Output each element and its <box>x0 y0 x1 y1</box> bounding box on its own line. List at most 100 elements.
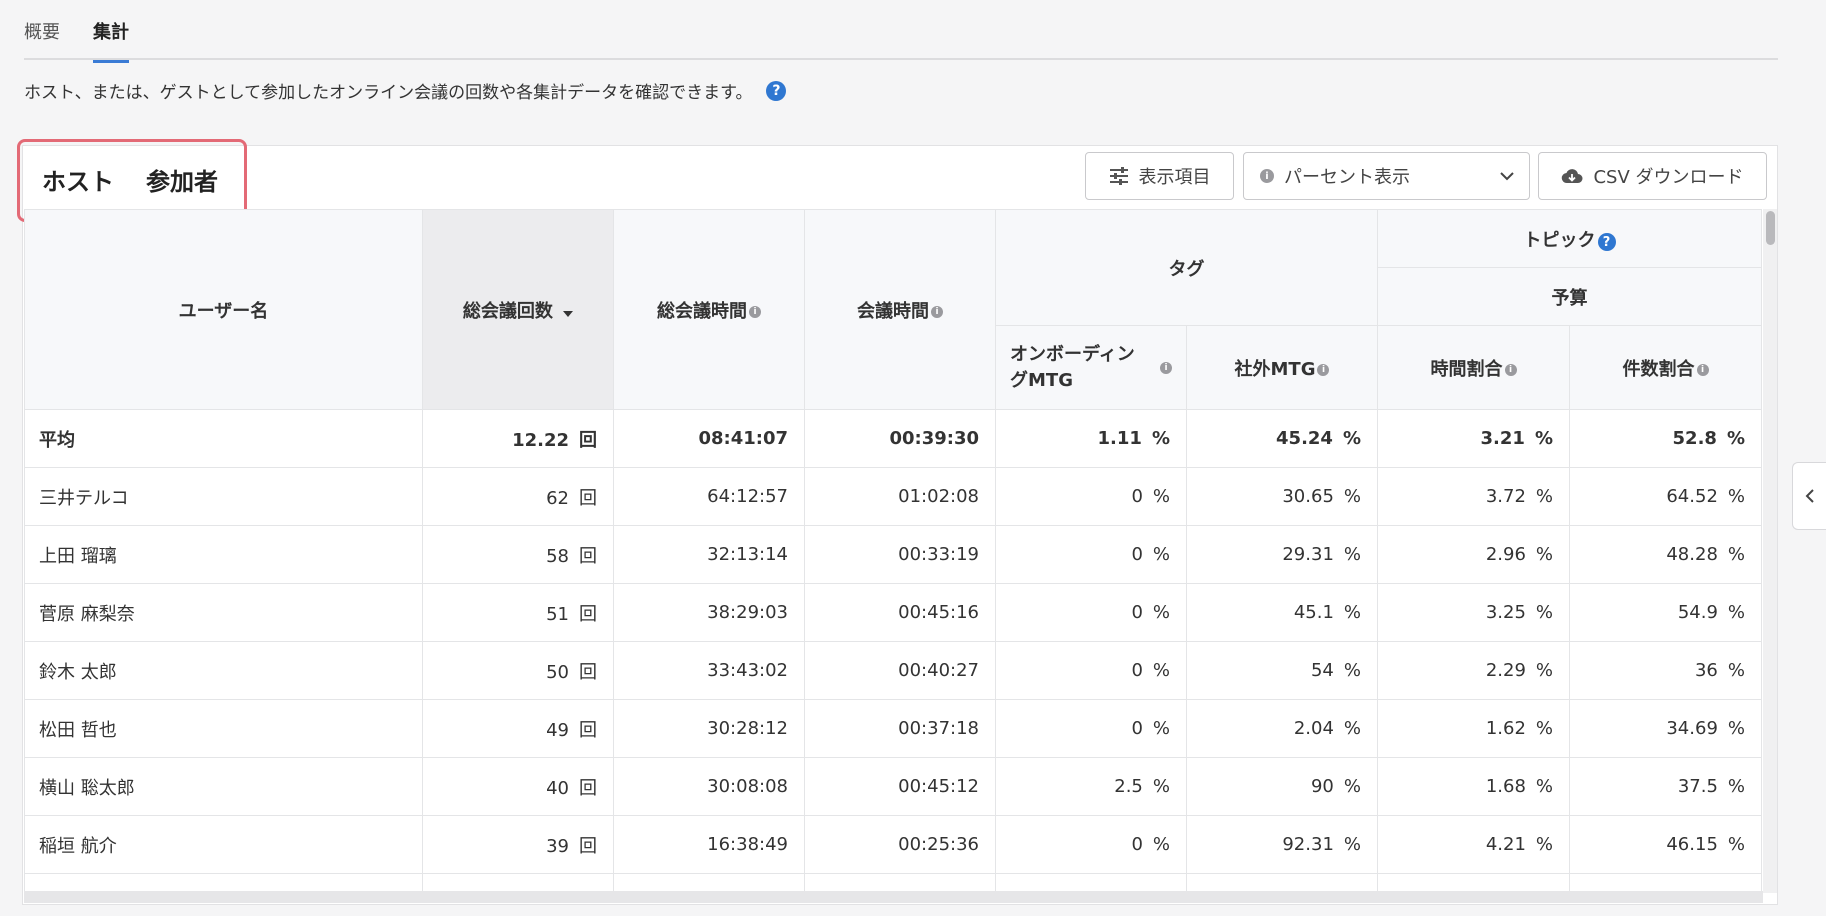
cell-count-ratio: 34.69% <box>1569 699 1762 758</box>
header-count-ratio[interactable]: 件数割合 i <box>1569 325 1762 410</box>
cell-meeting-time: 00:45:16 <box>804 583 996 642</box>
header-tag-group: タグ <box>995 209 1378 326</box>
table-row[interactable]: 松田 哲也 49 回 30:28:12 00:37:18 0% 2.04% 1.62% 34.6… <box>24 699 1762 758</box>
header-external[interactable]: 社外MTG i <box>1186 325 1378 410</box>
cell-count-ratio: 52.8% <box>1569 409 1762 468</box>
cell-meeting-time: 00:39:30 <box>804 409 996 468</box>
table-row[interactable]: 稲垣 航介 39 回 16:38:49 00:25:36 0% 92.31% 4.21% 46.… <box>24 815 1762 874</box>
cell-name[interactable]: 横山 聡太郎 <box>24 757 423 816</box>
cell-time-ratio: 3.21% <box>1377 409 1570 468</box>
header-budget-group: 予算 <box>1377 267 1762 326</box>
cell-external: 92.31% <box>1186 815 1378 874</box>
scrollbar-thumb[interactable] <box>1766 211 1775 245</box>
cell-external: 2.04% <box>1186 699 1378 758</box>
cell-count-ratio: 64.52% <box>1569 467 1762 526</box>
info-icon: i <box>1260 169 1274 183</box>
cell-name[interactable]: 菅原 麻梨奈 <box>24 583 423 642</box>
info-icon: i <box>1696 363 1709 376</box>
info-icon: i <box>1504 363 1517 376</box>
cell-time-ratio: 2.96% <box>1377 525 1570 584</box>
cell-count: 12.22 回 <box>422 409 614 468</box>
help-icon[interactable]: ? <box>766 80 787 101</box>
table-row[interactable]: 鈴木 太郎 50 回 33:43:02 00:40:27 0% 54% 2.29% 36% <box>24 641 1762 700</box>
table-row[interactable]: 横山 聡太郎 40 回 30:08:08 00:45:12 2.5% 90% 1.68% 37.… <box>24 757 1762 816</box>
tab-participants[interactable]: 参加者 <box>146 162 218 213</box>
cell-time-ratio: 3.72% <box>1377 467 1570 526</box>
horizontal-scrollbar[interactable] <box>24 891 1763 903</box>
header-topic-group: トピック? <box>1377 209 1762 268</box>
cell-time-ratio: 1.62% <box>1377 699 1570 758</box>
cell-time-ratio: 1.68% <box>1377 757 1570 816</box>
cell-count: 51 回 <box>422 583 614 642</box>
cell-total-time: 38:29:03 <box>613 583 805 642</box>
cell-external: 45.24% <box>1186 409 1378 468</box>
cell-onboarding: 0% <box>995 583 1187 642</box>
percent-select-value: パーセント表示 <box>1284 167 1410 188</box>
cell-name[interactable]: 上田 瑠璃 <box>24 525 423 584</box>
cell-total-time: 30:08:08 <box>613 757 805 816</box>
header-time-ratio[interactable]: 時間割合 i <box>1377 325 1570 410</box>
cell-external: 30.65% <box>1186 467 1378 526</box>
sliders-icon <box>1109 167 1128 185</box>
cell-count-ratio: 37.5% <box>1569 757 1762 816</box>
percent-select[interactable]: i パーセント表示 <box>1243 152 1530 200</box>
cell-meeting-time: 01:02:08 <box>804 467 996 526</box>
info-icon: i <box>931 305 943 318</box>
header-meeting-time[interactable]: 会議時間 i <box>804 209 996 410</box>
cell-meeting-time: 00:25:36 <box>804 815 996 874</box>
tab-host[interactable]: ホスト <box>42 162 114 216</box>
header-user[interactable]: ユーザー名 <box>24 209 423 410</box>
cell-total-time: 30:28:12 <box>613 699 805 758</box>
side-panel-toggle[interactable] <box>1792 462 1826 530</box>
cell-name[interactable]: 鈴木 太郎 <box>24 641 423 700</box>
info-icon: i <box>1160 361 1172 374</box>
cell-external: 29.31% <box>1186 525 1378 584</box>
description-row: ホスト、または、ゲストとして参加したオンライン会議の回数や各集計データを確認でき… <box>24 78 787 103</box>
tab-overview[interactable]: 概要 <box>24 18 60 60</box>
cell-time-ratio: 4.21% <box>1377 815 1570 874</box>
cell-time-ratio: 2.29% <box>1377 641 1570 700</box>
vertical-scrollbar[interactable] <box>1763 209 1777 893</box>
summary-table: ユーザー名 総会議回数 総会議時間 i 会議時間 i タグ トピック? 予算 オンボ… <box>24 209 1762 894</box>
cell-onboarding: 0% <box>995 641 1187 700</box>
cell-onboarding: 0% <box>995 525 1187 584</box>
table-row[interactable]: 菅原 麻梨奈 51 回 38:29:03 00:45:16 0% 45.1% 3.25% 54.… <box>24 583 1762 642</box>
sort-desc-icon <box>563 310 574 317</box>
cell-count: 50 回 <box>422 641 614 700</box>
cell-meeting-time: 00:33:19 <box>804 525 996 584</box>
cell-count: 62 回 <box>422 467 614 526</box>
cell-external: 90% <box>1186 757 1378 816</box>
cell-external: 54% <box>1186 641 1378 700</box>
cell-onboarding: 0% <box>995 699 1187 758</box>
table-row[interactable]: 上田 瑠璃 58 回 32:13:14 00:33:19 0% 29.31% 2.96% 48.… <box>24 525 1762 584</box>
cell-name: 平均 <box>24 409 423 468</box>
tab-summary[interactable]: 集計 <box>93 18 129 63</box>
info-icon: i <box>749 305 761 318</box>
cell-name[interactable]: 松田 哲也 <box>24 699 423 758</box>
header-total-time[interactable]: 総会議時間 i <box>613 209 805 410</box>
cell-total-time: 33:43:02 <box>613 641 805 700</box>
header-total-count[interactable]: 総会議回数 <box>422 209 614 410</box>
csv-button-label: CSV ダウンロード <box>1593 167 1744 188</box>
header-onboarding[interactable]: オンボーディングMTG i <box>995 325 1187 410</box>
cell-total-time: 16:38:49 <box>613 815 805 874</box>
cell-meeting-time: 00:37:18 <box>804 699 996 758</box>
cell-count-ratio: 54.9% <box>1569 583 1762 642</box>
cell-total-time: 32:13:14 <box>613 525 805 584</box>
cell-total-time: 08:41:07 <box>613 409 805 468</box>
cell-onboarding: 1.11% <box>995 409 1187 468</box>
help-icon[interactable]: ? <box>1597 233 1616 251</box>
average-row: 平均 12.22 回 08:41:07 00:39:30 1.11% 45.24%… <box>24 409 1762 468</box>
cell-meeting-time: 00:40:27 <box>804 641 996 700</box>
cell-count: 49 回 <box>422 699 614 758</box>
table-row[interactable]: 三井テルコ 62 回 64:12:57 01:02:08 0% 30.65% 3.72% 64.… <box>24 467 1762 526</box>
cell-count: 40 回 <box>422 757 614 816</box>
columns-button[interactable]: 表示項目 <box>1085 152 1234 200</box>
cell-total-time: 64:12:57 <box>613 467 805 526</box>
top-tab-bar: 概要 集計 <box>24 0 1778 63</box>
cell-external: 45.1% <box>1186 583 1378 642</box>
csv-download-button[interactable]: CSV ダウンロード <box>1538 152 1767 200</box>
cell-name[interactable]: 三井テルコ <box>24 467 423 526</box>
cell-time-ratio: 3.25% <box>1377 583 1570 642</box>
cell-name[interactable]: 稲垣 航介 <box>24 815 423 874</box>
